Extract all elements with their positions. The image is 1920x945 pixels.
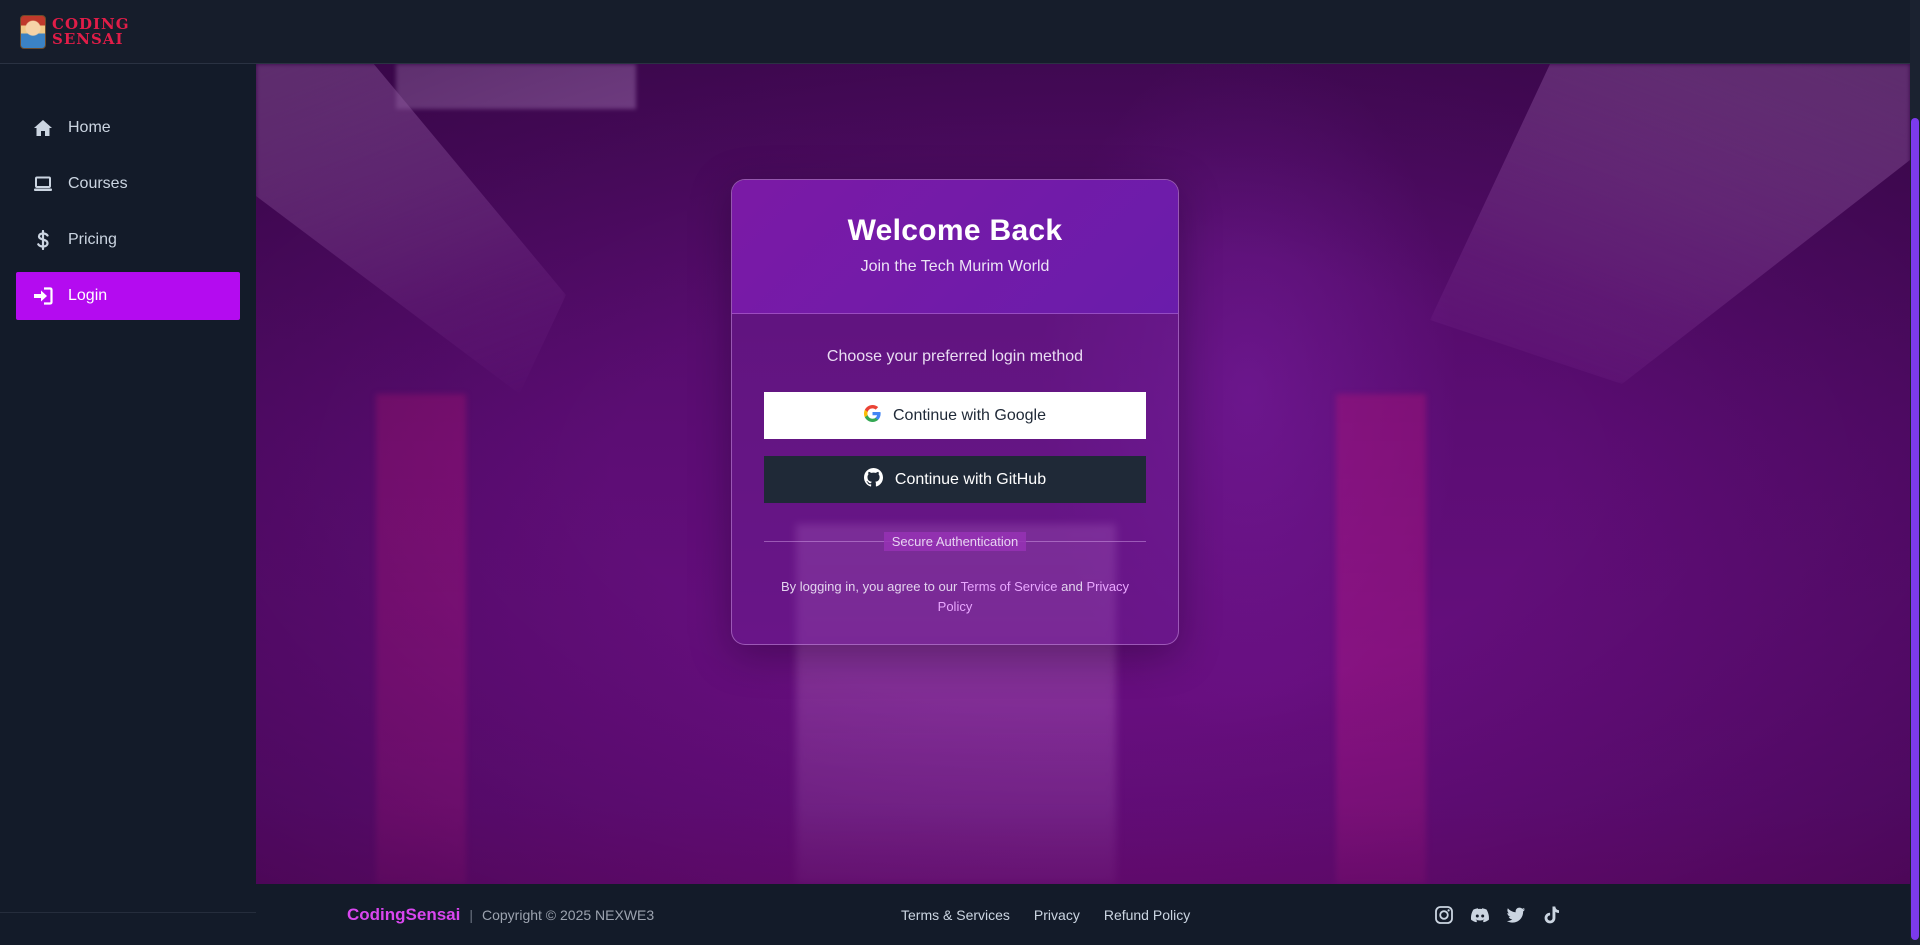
scrollbar-thumb[interactable] bbox=[1911, 118, 1919, 940]
sidebar-item-pricing[interactable]: Pricing bbox=[16, 216, 240, 264]
github-login-label: Continue with GitHub bbox=[894, 470, 1047, 488]
dollar-icon bbox=[32, 229, 54, 251]
login-card: Welcome Back Join the Tech Murim World C… bbox=[731, 179, 1179, 645]
legal-prefix: By logging in, you agree to our bbox=[780, 579, 958, 594]
github-icon bbox=[863, 467, 883, 492]
login-method-prompt: Choose your preferred login method bbox=[826, 348, 1084, 365]
sidebar-item-home[interactable]: Home bbox=[16, 104, 240, 152]
login-card-header: Welcome Back Join the Tech Murim World bbox=[732, 180, 1178, 314]
footer-link-terms[interactable]: Terms & Services bbox=[901, 907, 1010, 923]
sign-in-icon bbox=[32, 285, 54, 307]
sidebar-item-login[interactable]: Login bbox=[16, 272, 240, 320]
sidebar: Home Courses Pricing Login bbox=[0, 64, 256, 945]
home-icon bbox=[32, 117, 54, 139]
footer-brand: CodingSensai | Copyright © 2025 NEXWE3 bbox=[347, 905, 654, 925]
footer-copyright: Copyright © 2025 NEXWE3 bbox=[482, 907, 655, 923]
tiktok-icon[interactable] bbox=[1542, 905, 1562, 925]
github-login-button[interactable]: Continue with GitHub bbox=[764, 456, 1146, 503]
legal-and: and bbox=[1061, 579, 1083, 594]
footer-link-privacy[interactable]: Privacy bbox=[1034, 907, 1080, 923]
footer-separator: | bbox=[469, 907, 473, 923]
sidebar-item-label: Login bbox=[68, 287, 108, 304]
footer-brand-name[interactable]: CodingSensai bbox=[347, 905, 460, 925]
sensei-mascot-icon bbox=[20, 14, 46, 49]
footer-link-refund[interactable]: Refund Policy bbox=[1104, 907, 1190, 923]
legal-notice: By logging in, you agree to our Terms of… bbox=[764, 577, 1146, 617]
instagram-icon[interactable] bbox=[1434, 905, 1454, 925]
terms-of-service-link[interactable]: Terms of Service bbox=[961, 579, 1058, 594]
top-header: Coding Sensai bbox=[0, 0, 1910, 64]
secure-auth-divider: Secure Authentication bbox=[764, 531, 1146, 551]
logo-text-line2: Sensai bbox=[52, 29, 124, 48]
sidebar-item-label: Pricing bbox=[68, 231, 117, 248]
laptop-icon bbox=[32, 173, 54, 195]
google-icon bbox=[864, 404, 881, 427]
page-scrollbar[interactable] bbox=[1910, 0, 1920, 945]
login-subtitle: Join the Tech Murim World bbox=[860, 258, 1050, 275]
social-links bbox=[1434, 905, 1562, 925]
discord-icon[interactable] bbox=[1470, 905, 1490, 925]
logo-text: Coding Sensai bbox=[52, 16, 130, 48]
sidebar-item-label: Courses bbox=[68, 175, 128, 192]
footer: CodingSensai | Copyright © 2025 NEXWE3 T… bbox=[256, 884, 1910, 945]
sidebar-item-courses[interactable]: Courses bbox=[16, 160, 240, 208]
secure-auth-label: Secure Authentication bbox=[883, 531, 1027, 551]
sidebar-divider bbox=[0, 912, 256, 913]
sidebar-item-label: Home bbox=[68, 119, 111, 136]
sidebar-nav: Home Courses Pricing Login bbox=[0, 64, 256, 320]
footer-links: Terms & Services Privacy Refund Policy bbox=[901, 907, 1190, 923]
google-login-button[interactable]: Continue with Google bbox=[764, 392, 1146, 439]
google-login-label: Continue with Google bbox=[893, 406, 1046, 424]
login-card-body: Choose your preferred login method Conti… bbox=[732, 314, 1178, 617]
twitter-icon[interactable] bbox=[1506, 905, 1526, 925]
login-title: Welcome Back bbox=[847, 214, 1063, 247]
logo[interactable]: Coding Sensai bbox=[20, 14, 130, 49]
